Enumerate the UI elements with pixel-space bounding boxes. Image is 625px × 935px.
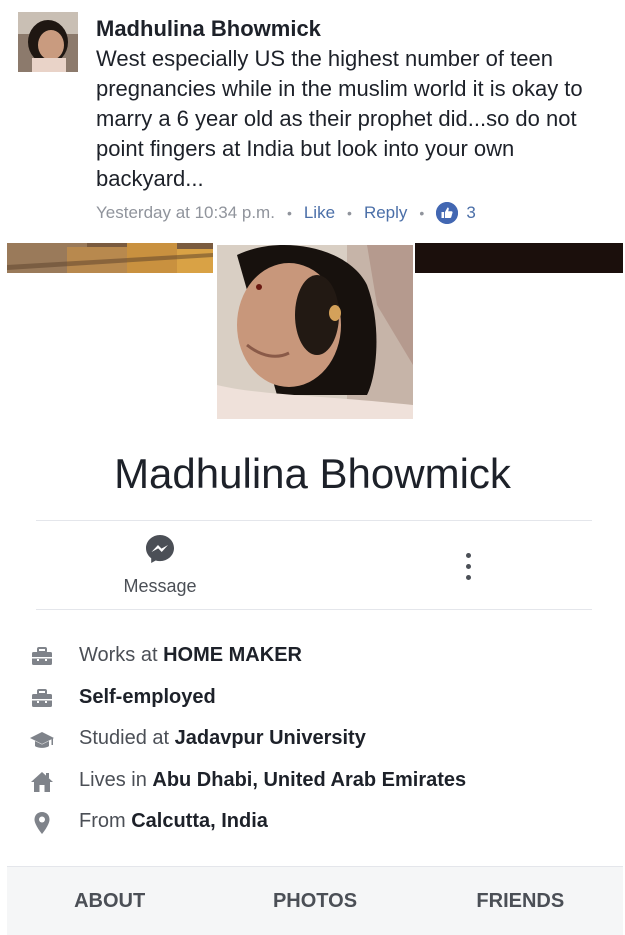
cover-photo[interactable]: [7, 243, 213, 273]
comment-body: West especially US the highest number of…: [96, 46, 583, 191]
info-row-education[interactable]: Studied at Jadavpur University: [30, 723, 610, 765]
info-prefix: Studied at: [79, 727, 175, 749]
cover-photo-right[interactable]: [415, 243, 623, 273]
comment-meta-bar: Yesterday at 10:34 p.m. • Like • Reply •…: [96, 202, 476, 224]
graduation-cap-icon: [30, 728, 54, 752]
more-options-icon[interactable]: [456, 546, 480, 586]
separator-dot: •: [286, 205, 292, 221]
location-pin-icon: [30, 811, 54, 835]
info-prefix: From: [79, 810, 132, 832]
info-prefix: Works at: [79, 644, 164, 666]
like-count: 3: [466, 203, 476, 222]
like-link[interactable]: Like: [304, 203, 335, 223]
info-value[interactable]: Self-employed: [79, 686, 216, 708]
reply-link[interactable]: Reply: [364, 203, 407, 223]
comment-timestamp[interactable]: Yesterday at 10:34 p.m.: [96, 203, 275, 223]
info-row-employment[interactable]: Self-employed: [30, 682, 610, 724]
info-value[interactable]: Jadavpur University: [175, 727, 366, 749]
reaction-summary[interactable]: 3: [436, 202, 476, 224]
messenger-icon: [145, 534, 175, 564]
briefcase-icon: [30, 645, 54, 669]
separator-dot: •: [347, 205, 352, 221]
profile-name: Madhulina Bhowmick: [114, 450, 511, 497]
tab-photos[interactable]: PHOTOS: [212, 867, 417, 935]
comment: Madhulina Bhowmick West especially US th…: [0, 0, 625, 240]
info-value[interactable]: HOME MAKER: [163, 644, 302, 666]
info-prefix: Lives in: [79, 768, 153, 791]
briefcase-icon: [30, 687, 54, 711]
message-label: Message: [123, 576, 197, 596]
profile-intro: Works at HOME MAKER Self-employed Studie…: [30, 640, 610, 848]
comment-avatar[interactable]: [18, 12, 78, 72]
profile-tab-bar: ABOUT PHOTOS FRIENDS: [7, 866, 623, 935]
home-icon: [30, 770, 54, 794]
divider: [36, 520, 592, 521]
info-value[interactable]: Abu Dhabi, United Arab Emirates: [152, 769, 466, 791]
profile-picture[interactable]: [215, 243, 415, 421]
info-row-work[interactable]: Works at HOME MAKER: [30, 640, 610, 682]
info-row-hometown[interactable]: From Calcutta, India: [30, 806, 610, 848]
info-row-residence[interactable]: Lives in Abu Dhabi, United Arab Emirates: [30, 765, 610, 807]
tab-about[interactable]: ABOUT: [7, 867, 212, 935]
thumbs-up-icon: [436, 202, 459, 224]
divider: [36, 609, 592, 610]
message-button[interactable]: Message: [112, 532, 208, 602]
separator-dot: •: [419, 205, 425, 221]
comment-author-name[interactable]: Madhulina Bhowmick: [96, 16, 321, 42]
tab-friends[interactable]: FRIENDS: [418, 867, 623, 935]
info-value[interactable]: Calcutta, India: [131, 810, 268, 832]
